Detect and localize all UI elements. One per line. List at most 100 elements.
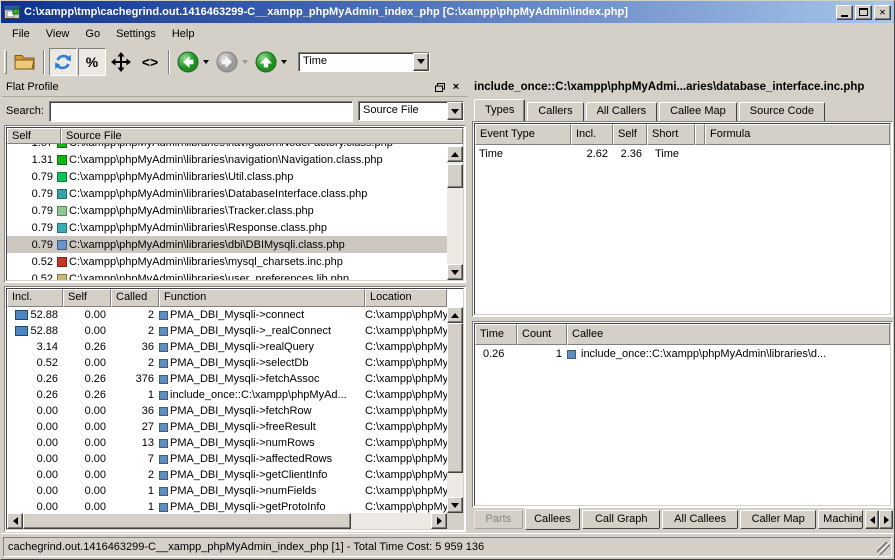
table-row[interactable]: 0.26 0.26 376 PMA_DBI_Mysqli->fetchAssoc… [7,371,447,387]
table-row[interactable]: 0.00 0.00 27 PMA_DBI_Mysqli->freeResult … [7,419,447,435]
file-color-swatch [57,206,67,216]
up-dropdown-arrow[interactable] [281,60,287,64]
menu-view[interactable]: View [38,25,78,43]
relative-percent-button[interactable]: % [78,48,106,76]
dock-close-button[interactable]: × [448,80,464,94]
list-item[interactable]: 0.52C:\xampp\phpMyAdmin\libraries\user_p… [7,270,447,280]
table-row[interactable]: Time 2.62 2.36 Time [475,145,890,163]
column-header-self[interactable]: Self [613,124,647,145]
scroll-up-button[interactable] [447,307,463,323]
column-header-count[interactable]: Count [517,324,567,345]
column-header-incl[interactable]: Incl. [7,289,63,307]
tab-all-callers[interactable]: All Callers [586,102,658,121]
scrollbar-thumb[interactable] [23,513,351,529]
list-item[interactable]: 0.79C:\xampp\phpMyAdmin\libraries\Respon… [7,219,447,236]
menu-bar: File View Go Settings Help [1,23,894,45]
column-header-self[interactable]: Self [7,128,61,144]
column-header-called[interactable]: Called [111,289,159,307]
event-type-dropdown-button[interactable] [413,53,429,71]
table-row[interactable]: 0.00 0.00 1 PMA_DBI_Mysqli->numFields C:… [7,483,447,499]
horizontal-scrollbar[interactable] [7,513,447,529]
table-row[interactable]: 0.26 0.26 1 include_once::C:\xampp\phpMy… [7,387,447,403]
tab-callee-map[interactable]: Callee Map [659,102,737,121]
minimize-button[interactable] [836,5,853,20]
column-header-location[interactable]: Location [365,289,447,307]
back-button[interactable] [174,48,202,76]
shorten-templates-button[interactable]: <> [136,48,164,76]
column-header-incl[interactable]: Incl. [571,124,613,145]
scroll-right-button[interactable] [431,513,447,529]
column-header-short[interactable]: Short [647,124,695,145]
column-header-time[interactable]: Time [475,324,517,345]
table-row[interactable]: 0.00 0.00 2 PMA_DBI_Mysqli->getClientInf… [7,467,447,483]
search-input[interactable] [49,101,353,122]
relative-to-parent-button[interactable] [107,48,135,76]
tab-callees[interactable]: Callees [525,508,581,530]
resize-grip-icon[interactable] [877,542,890,555]
scroll-up-button[interactable] [447,146,463,162]
tab-all-callees[interactable]: All Callees [662,510,738,529]
scroll-down-button[interactable] [447,497,463,513]
list-item[interactable]: 0.79C:\xampp\phpMyAdmin\libraries\Util.c… [7,168,447,185]
column-header-event-type[interactable]: Event Type [475,124,571,145]
cycle-detection-button[interactable] [49,48,77,76]
list-item[interactable]: 1.31C:\xampp\phpMyAdmin\libraries\naviga… [7,151,447,168]
list-item-selected[interactable]: 0.79C:\xampp\phpMyAdmin\libraries\dbi\DB… [7,236,447,253]
event-type-select[interactable]: Time [298,52,430,72]
tab-scroll-right-button[interactable] [879,510,893,529]
function-color-swatch [159,455,168,464]
table-row[interactable]: 0.00 0.00 7 PMA_DBI_Mysqli->affectedRows… [7,451,447,467]
back-dropdown-arrow[interactable] [203,60,209,64]
column-header-self[interactable]: Self [63,289,111,307]
tab-types[interactable]: Types [474,99,525,121]
column-header-source-file[interactable]: Source File [61,128,463,144]
main-area: Flat Profile × Search: Source File [1,78,894,532]
tab-call-graph[interactable]: Call Graph [582,510,660,529]
scrollbar-thumb[interactable] [447,164,463,188]
table-row[interactable]: 0.00 0.00 1 PMA_DBI_Mysqli->getProtoInfo… [7,499,447,513]
up-button[interactable] [252,48,280,76]
column-header-function[interactable]: Function [159,289,365,307]
scrollbar-thumb[interactable] [447,323,463,473]
tab-scroll-left-button[interactable] [865,510,879,529]
tab-callers[interactable]: Callers [527,102,583,121]
close-button[interactable]: × [874,5,891,20]
group-by-select[interactable]: Source File [358,101,464,121]
table-row[interactable]: 0.52 0.00 2 PMA_DBI_Mysqli->selectDb C:\… [7,355,447,371]
table-row[interactable]: 0.00 0.00 13 PMA_DBI_Mysqli->numRows C:\… [7,435,447,451]
arrow-up-icon [451,313,459,318]
forward-dropdown-arrow[interactable] [242,60,248,64]
open-file-button[interactable] [11,48,39,76]
list-item[interactable]: 0.79C:\xampp\phpMyAdmin\libraries\Tracke… [7,202,447,219]
list-item[interactable]: 1.57C:\xampp\phpMyAdmin\libraries\naviga… [7,144,447,151]
menu-help[interactable]: Help [164,25,203,43]
scroll-left-button[interactable] [7,513,23,529]
table-row[interactable]: 3.14 0.26 36 PMA_DBI_Mysqli->realQuery C… [7,339,447,355]
vertical-scrollbar[interactable] [447,146,463,280]
toolbar-handle[interactable] [4,50,7,74]
menu-settings[interactable]: Settings [108,25,164,43]
forward-button[interactable] [213,48,241,76]
menu-go[interactable]: Go [77,25,108,43]
group-by-dropdown-button[interactable] [447,102,463,120]
arrow-left-icon [870,516,875,524]
table-row[interactable]: 52.88 0.00 2 PMA_DBI_Mysqli->_realConnec… [7,323,447,339]
tab-machine-code[interactable]: Machine C [818,510,863,529]
tab-caller-map[interactable]: Caller Map [740,510,816,529]
table-row[interactable]: 0.00 0.00 36 PMA_DBI_Mysqli->fetchRow C:… [7,403,447,419]
vertical-scrollbar[interactable] [447,307,463,513]
window-title: C:\xampp\tmp\cachegrind.out.1416463299-C… [24,6,836,18]
maximize-button[interactable] [855,5,872,20]
table-row[interactable]: 52.88 0.00 2 PMA_DBI_Mysqli->connect C:\… [7,307,447,323]
table-row[interactable]: 0.26 1 include_once::C:\xampp\phpMyAdmin… [475,345,890,363]
dock-float-button[interactable] [432,80,448,94]
arrow-right-icon [884,516,889,524]
menu-file[interactable]: File [4,25,38,43]
column-header-spacer[interactable] [695,124,705,145]
column-header-callee[interactable]: Callee [567,324,890,345]
column-header-formula[interactable]: Formula [705,124,890,145]
tab-source-code[interactable]: Source Code [739,102,825,121]
scroll-down-button[interactable] [447,264,463,280]
list-item[interactable]: 0.79C:\xampp\phpMyAdmin\libraries\Databa… [7,185,447,202]
list-item[interactable]: 0.52C:\xampp\phpMyAdmin\libraries\mysql_… [7,253,447,270]
